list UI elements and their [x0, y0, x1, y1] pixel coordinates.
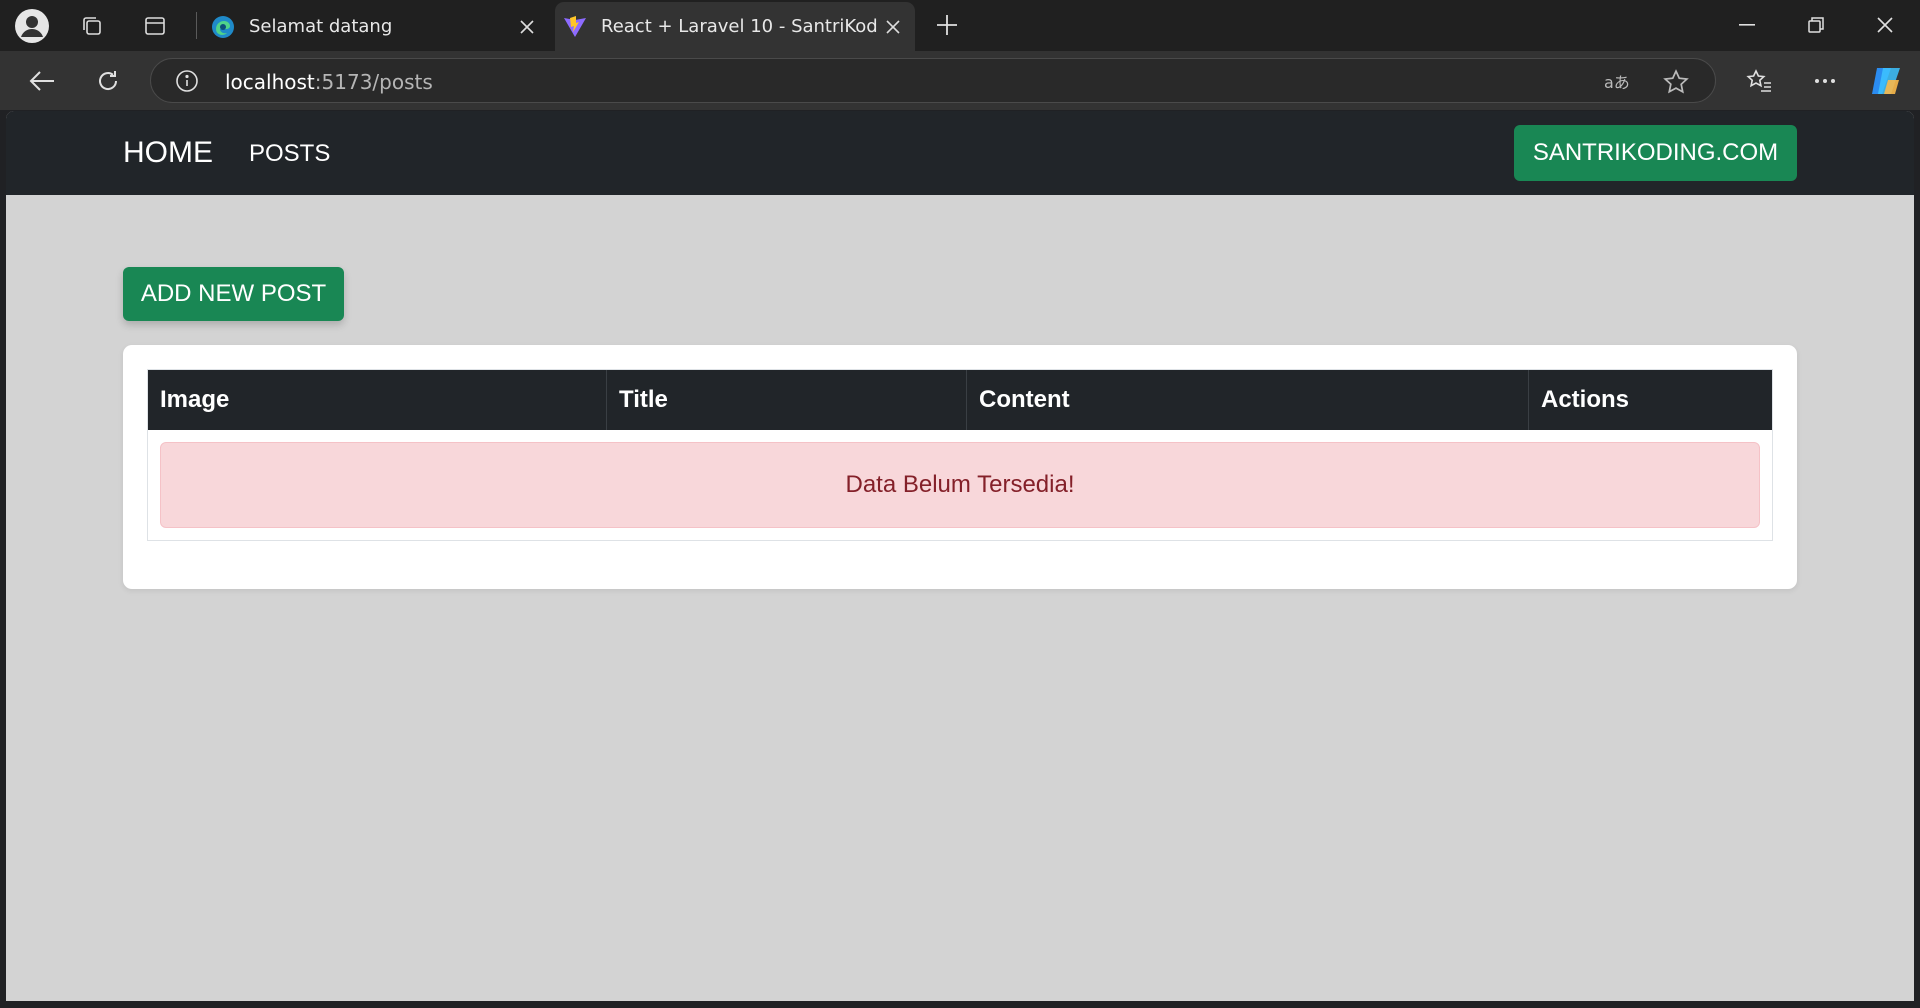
edge-icon: [211, 15, 235, 39]
favorite-star-icon[interactable]: [1662, 68, 1690, 96]
tab-title: React + Laravel 10 - SantriKoding: [601, 16, 879, 37]
navbar: HOME POSTS SANTRIKODING.COM: [6, 111, 1914, 195]
posts-table: Image Title Content Actions Data Belum T…: [147, 369, 1773, 541]
browser-toolbar: localhost:5173/posts aあ: [0, 51, 1920, 110]
url-host: localhost: [225, 70, 315, 94]
column-header-actions: Actions: [1541, 386, 1630, 413]
page-viewport: HOME POSTS SANTRIKODING.COM ADD NEW POST…: [6, 111, 1914, 1001]
browser-tab-strip: Selamat datang React + Laravel 10 - Sant…: [0, 0, 1920, 51]
empty-data-alert: Data Belum Tersedia!: [160, 442, 1760, 528]
tab-actions-icon[interactable]: [137, 8, 173, 44]
refresh-icon[interactable]: [87, 60, 129, 102]
posts-card: Image Title Content Actions Data Belum T…: [123, 345, 1797, 589]
tab-separator: [196, 12, 197, 39]
restore-icon[interactable]: [1793, 6, 1839, 44]
favorites-icon[interactable]: [1738, 60, 1780, 102]
translate-icon[interactable]: aあ: [1603, 68, 1631, 96]
address-bar[interactable]: localhost:5173/posts aあ: [150, 58, 1716, 103]
close-tab-icon[interactable]: [879, 13, 907, 41]
nav-home-link[interactable]: HOME: [123, 136, 213, 170]
site-info-icon[interactable]: [175, 69, 199, 93]
new-tab-button[interactable]: [928, 6, 966, 44]
add-new-post-button[interactable]: ADD NEW POST: [123, 267, 344, 321]
column-header-title: Title: [607, 370, 967, 430]
more-options-icon[interactable]: [1804, 60, 1846, 102]
column-header-content: Content: [967, 370, 1529, 430]
tab-selamat-datang[interactable]: Selamat datang: [203, 2, 549, 51]
copilot-icon[interactable]: [1865, 60, 1907, 102]
table-header: Image Title Content Actions: [148, 370, 1772, 430]
window-frame-left: [0, 111, 6, 1008]
minimize-icon[interactable]: [1724, 6, 1770, 44]
close-tab-icon[interactable]: [513, 13, 541, 41]
profile-avatar-icon[interactable]: [14, 8, 50, 44]
tab-react-laravel[interactable]: React + Laravel 10 - SantriKoding: [555, 2, 915, 51]
tab-title: Selamat datang: [249, 16, 393, 37]
vite-icon: [563, 15, 587, 39]
url-path: :5173/posts: [314, 70, 433, 94]
santrikoding-button[interactable]: SANTRIKODING.COM: [1514, 125, 1797, 181]
window-frame-right: [1914, 111, 1920, 1008]
close-window-icon[interactable]: [1862, 6, 1908, 44]
workspaces-icon[interactable]: [74, 8, 110, 44]
column-header-image: Image: [148, 370, 607, 430]
svg-text:aあ: aあ: [1604, 73, 1630, 92]
nav-posts-link[interactable]: POSTS: [249, 140, 330, 168]
url-text: localhost:5173/posts: [225, 70, 433, 94]
back-icon[interactable]: [21, 60, 63, 102]
